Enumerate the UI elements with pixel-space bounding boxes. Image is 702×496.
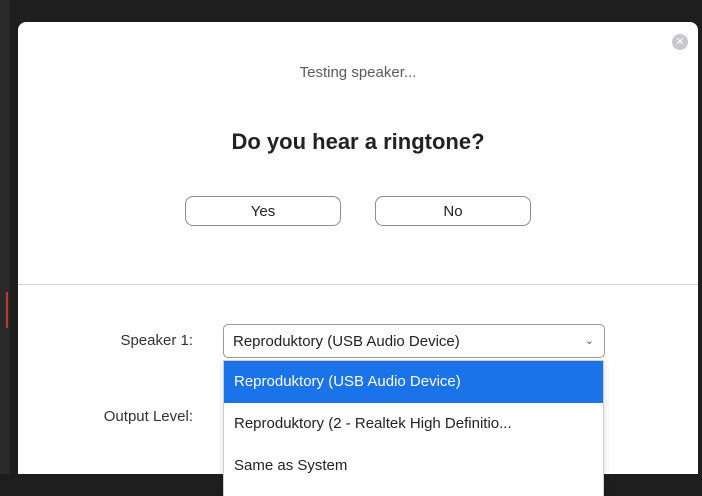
speaker-select-value: Reproduktory (USB Audio Device) <box>233 333 460 350</box>
dropdown-option-usb[interactable]: Reproduktory (USB Audio Device) <box>224 361 603 403</box>
background-window-edge <box>0 0 10 474</box>
close-icon[interactable]: ✕ <box>672 34 688 50</box>
question-heading: Do you hear a ringtone? <box>231 129 485 154</box>
dropdown-option-same-as-system[interactable]: Same as System <box>224 445 603 487</box>
speaker-select[interactable]: Reproduktory (USB Audio Device) ⌄ <box>223 324 605 358</box>
status-text: Testing speaker... <box>299 64 417 81</box>
background-accent <box>6 292 8 328</box>
output-level-label: Output Level: <box>103 408 193 425</box>
speaker-label: Speaker 1: <box>120 332 193 349</box>
dropdown-option-realtek[interactable]: Reproduktory (2 - Realtek High Definitio… <box>224 403 603 445</box>
yes-button[interactable]: Yes <box>185 196 341 226</box>
no-button[interactable]: No <box>375 196 531 226</box>
divider <box>18 284 698 285</box>
speaker-dropdown-list: Reproduktory (USB Audio Device) Reproduk… <box>223 360 604 496</box>
chevron-down-icon: ⌄ <box>584 335 594 347</box>
